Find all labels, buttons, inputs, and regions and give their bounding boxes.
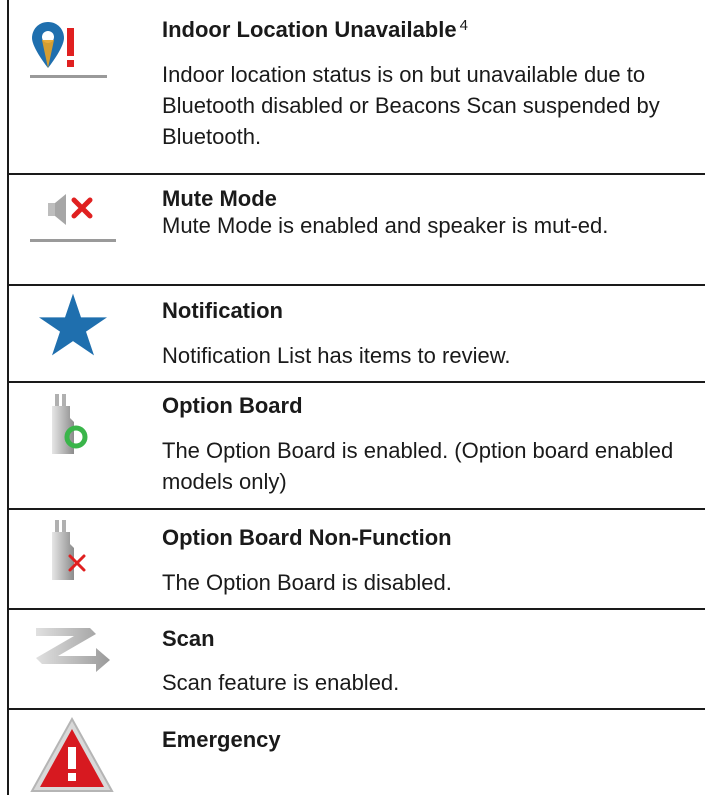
entry-description: Indoor location status is on but unavail… <box>162 62 660 149</box>
entry-title: Option Board <box>162 393 303 418</box>
entry-description: Scan feature is enabled. <box>162 670 400 695</box>
row-divider <box>9 708 705 710</box>
footnote-marker: 4 <box>459 17 468 34</box>
entry-title: Emergency <box>162 727 281 752</box>
option-board-icon <box>14 392 124 462</box>
entry-title: Mute Mode <box>162 186 277 211</box>
row-divider <box>9 381 705 383</box>
option-board-non-function-icon <box>14 518 124 588</box>
entry-title: Notification <box>162 298 283 323</box>
scan-icon <box>14 616 124 676</box>
emergency-warning-icon <box>14 715 124 795</box>
entry-description: Notification List has items to review. <box>162 343 511 368</box>
entry-description: The Option Board is enabled. (Option boa… <box>162 438 674 494</box>
star-notification-icon <box>14 292 124 362</box>
entry-description: The Option Board is disabled. <box>162 570 452 595</box>
left-margin-rule <box>7 0 9 795</box>
entry-title: Indoor Location Unavailable 4 <box>162 17 468 42</box>
row-divider <box>9 508 705 510</box>
entry-description: Mute Mode is enabled and speaker is mut-… <box>162 213 609 238</box>
entry-title: Scan <box>162 626 215 651</box>
entry-title: Option Board Non-Function <box>162 525 452 550</box>
mute-mode-icon <box>14 190 124 250</box>
row-divider <box>9 284 705 286</box>
indoor-location-unavailable-icon <box>14 10 124 80</box>
row-divider <box>9 608 705 610</box>
row-divider <box>9 173 705 175</box>
